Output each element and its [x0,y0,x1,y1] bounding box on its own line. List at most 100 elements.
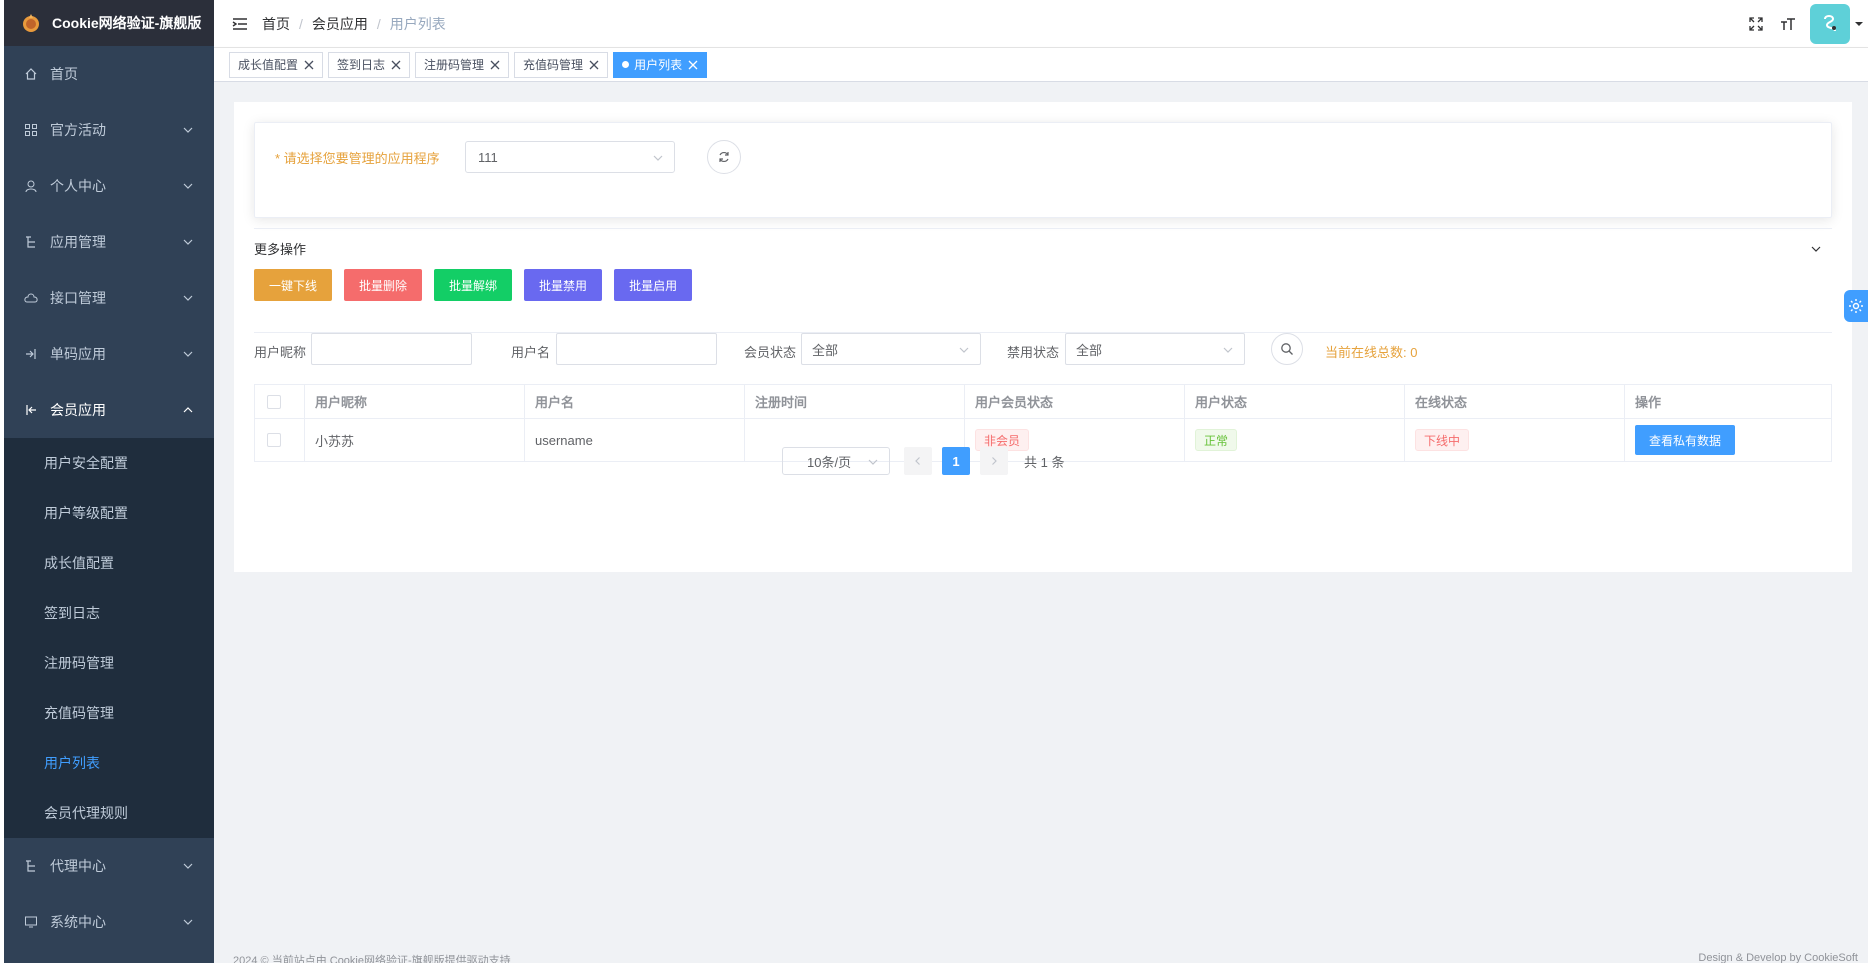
sidebar-item-api-management[interactable]: 接口管理 [4,270,214,326]
cloud-icon [24,291,38,305]
sidebar-item-single-code-app[interactable]: 单码应用 [4,326,214,382]
select-all-checkbox[interactable] [267,394,281,409]
sidebar: Cookie网络验证-旗舰版 首页 官方活动 个人中心 应用管理 接口管理 单码… [4,0,214,963]
sidebar-subitem-user-level[interactable]: 用户等级配置 [4,488,214,538]
sidebar-subitem-user-list[interactable]: 用户列表 [4,738,214,788]
sidebar-item-label: 应用管理 [50,234,106,250]
table-header-row: 用户昵称 用户名 注册时间 用户会员状态 用户状态 在线状态 操作 [255,385,1831,419]
sidebar-item-label: 会员应用 [50,402,106,418]
username-input[interactable] [556,333,717,365]
row-checkbox[interactable] [267,433,281,447]
sidebar-item-member-app[interactable]: 会员应用 [4,382,214,438]
batch-delete-button[interactable]: 批量删除 [344,269,423,301]
avatar[interactable] [1810,4,1850,44]
member-status-select[interactable]: 全部 [801,333,981,365]
col-header-reg-time: 注册时间 [745,385,965,418]
tag-reg-code[interactable]: 注册码管理 [415,51,510,78]
more-ops-header[interactable]: 更多操作 [254,228,1832,268]
breadcrumb-home[interactable]: 首页 [262,14,290,34]
batch-unbind-button[interactable]: 批量解绑 [434,269,513,301]
member-status-value: 全部 [812,342,839,358]
sidebar-item-label: 官方活动 [50,122,106,138]
grid-icon [24,123,38,137]
window-bottom-edge [0,963,1868,968]
close-icon[interactable] [490,60,500,70]
pagination: 10条/页 1 共 1 条 [782,447,1064,475]
tag-label: 用户列表 [634,58,683,72]
close-icon[interactable] [391,60,401,70]
sidebar-item-home[interactable]: 首页 [4,46,214,102]
sidebar-subitem-recharge-code[interactable]: 充值码管理 [4,688,214,738]
online-total-label: 当前在线总数: [1325,345,1407,360]
tag-label: 签到日志 [337,58,386,72]
settings-drawer-button[interactable] [1844,290,1868,322]
online-status-badge: 下线中 [1415,429,1470,451]
hamburger-icon[interactable] [230,14,250,34]
sidebar-item-system-center[interactable]: 系统中心 [4,894,214,950]
refresh-button[interactable] [707,140,741,174]
tag-growth-config[interactable]: 成长值配置 [229,51,324,78]
ban-status-select[interactable]: 全部 [1065,333,1245,365]
close-icon[interactable] [688,60,698,70]
prev-page-button[interactable] [904,447,932,475]
close-icon[interactable] [589,60,599,70]
sidebar-subitem-reg-code[interactable]: 注册码管理 [4,638,214,688]
sidebar-subitem-checkin-log[interactable]: 签到日志 [4,588,214,638]
active-dot-icon [622,61,630,68]
sidebar-item-activities[interactable]: 官方活动 [4,102,214,158]
force-offline-button[interactable]: 一键下线 [254,269,333,301]
page-size-value: 10条/页 [807,454,852,470]
sidebar-item-label: 系统中心 [50,914,106,930]
monitor-icon [24,915,38,929]
ban-status-label: 禁用状态 [1007,345,1060,360]
sidebar-item-app-management[interactable]: 应用管理 [4,214,214,270]
cell-online-status: 下线中 [1405,419,1625,461]
chevron-down-icon [183,239,193,245]
batch-buttons: 一键下线 批量删除 批量解绑 批量禁用 批量启用 [254,269,704,301]
caret-down-icon[interactable] [1854,19,1864,29]
batch-enable-button[interactable]: 批量启用 [614,269,693,301]
tree-icon [24,859,38,873]
filter-row: 用户昵称 用户名 会员状态 全部 禁用状态 全部 当前在线总数: 0 [254,332,1832,374]
nickname-input[interactable] [311,333,472,365]
nickname-label: 用户昵称 [254,345,307,360]
sidebar-subitem-user-security[interactable]: 用户安全配置 [4,438,214,488]
chevron-down-icon [1811,246,1821,252]
breadcrumb-member-app[interactable]: 会员应用 [312,14,368,34]
view-private-data-button[interactable]: 查看私有数据 [1635,425,1736,455]
sidebar-item-profile[interactable]: 个人中心 [4,158,214,214]
close-icon[interactable] [304,60,314,70]
next-page-button[interactable] [980,447,1008,475]
fullscreen-icon[interactable] [1746,14,1766,34]
username-label: 用户名 [511,345,551,360]
pagination-total: 共 1 条 [1024,454,1065,470]
chevron-down-icon [183,295,193,301]
refresh-icon [719,151,729,163]
app-select[interactable]: 111 [465,141,675,173]
cell-nickname: 小苏苏 [305,419,525,461]
app-title: Cookie网络验证-旗舰版 [52,15,202,31]
logo-icon [23,14,39,32]
tag-checkin-log[interactable]: 签到日志 [328,51,411,78]
font-size-icon[interactable] [1778,14,1798,34]
tag-recharge-code[interactable]: 充值码管理 [514,51,609,78]
tree-icon [24,235,38,249]
sidebar-subitem-growth-config[interactable]: 成长值配置 [4,538,214,588]
app-select-value: 111 [478,149,498,165]
chevron-down-icon [959,347,969,353]
page-size-select[interactable]: 10条/页 [782,447,890,475]
online-total: 当前在线总数: 0 [1325,342,1417,361]
user-icon [24,179,38,193]
navbar: 首页 / 会员应用 / 用户列表 [214,0,1868,48]
search-button[interactable] [1271,333,1303,365]
sidebar-item-agent-center[interactable]: 代理中心 [4,838,214,894]
member-status-label: 会员状态 [744,345,797,360]
batch-disable-button[interactable]: 批量禁用 [524,269,603,301]
chevron-down-icon [653,155,663,161]
chevron-down-icon [183,127,193,133]
tag-user-list[interactable]: 用户列表 [613,51,708,78]
sidebar-subitem-agent-rules[interactable]: 会员代理规则 [4,788,214,838]
chevron-down-icon [183,351,193,357]
navbar-right [1746,0,1868,48]
page-number-current[interactable]: 1 [942,447,970,475]
